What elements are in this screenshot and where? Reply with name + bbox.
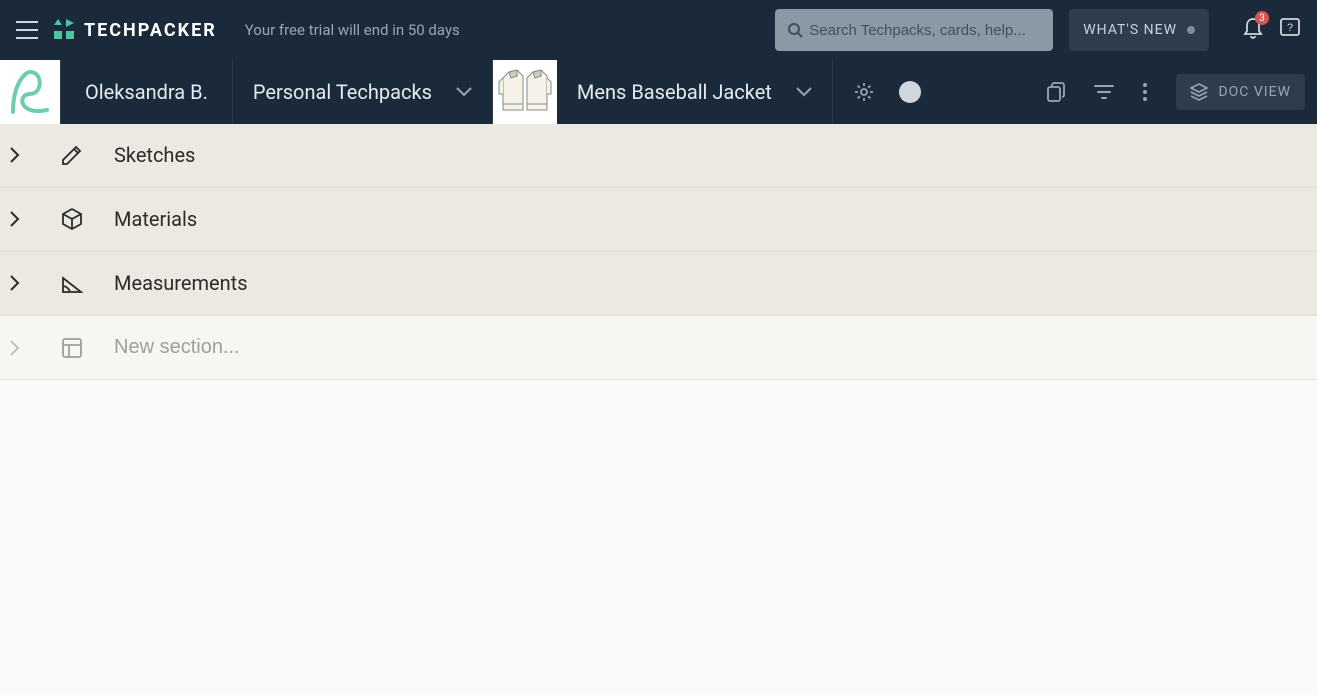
- search-box[interactable]: [775, 9, 1053, 51]
- product-thumbnail[interactable]: [493, 60, 557, 124]
- expand-toggle[interactable]: [10, 147, 30, 163]
- product-name-label: Mens Baseball Jacket: [577, 80, 772, 104]
- more-vertical-icon: [1142, 82, 1148, 102]
- section-row-materials[interactable]: Materials: [0, 188, 1317, 252]
- section-row-measurements[interactable]: Measurements: [0, 252, 1317, 316]
- settings-button[interactable]: [853, 81, 875, 103]
- svg-text:?: ?: [1287, 22, 1293, 34]
- menu-button[interactable]: [16, 21, 38, 39]
- chevron-right-icon: [10, 147, 20, 163]
- search-icon: [787, 22, 803, 38]
- copy-icon: [1046, 81, 1066, 103]
- chevron-right-icon: [10, 340, 20, 356]
- hamburger-icon: [16, 21, 38, 39]
- cube-icon: [60, 207, 84, 231]
- collection-label: Personal Techpacks: [253, 80, 432, 104]
- whats-new-dot-icon: [1187, 26, 1195, 34]
- new-section-row[interactable]: [0, 316, 1317, 380]
- chevron-right-icon: [10, 211, 20, 227]
- materials-icon: [60, 207, 84, 231]
- collection-dropdown[interactable]: Personal Techpacks: [233, 60, 493, 124]
- jacket-icon: [497, 64, 553, 120]
- notifications-button[interactable]: 3: [1243, 17, 1263, 43]
- logo[interactable]: TECHPACKER: [54, 19, 217, 41]
- trial-message: Your free trial will end in 50 days: [245, 21, 460, 39]
- avatar-icon: [5, 64, 55, 120]
- sub-header: Oleksandra B. Personal Techpacks Mens Ba…: [0, 60, 1317, 124]
- chevron-down-icon: [796, 87, 812, 97]
- search-input[interactable]: [809, 22, 1041, 39]
- sketches-icon: [60, 143, 84, 167]
- chevron-right-icon: [10, 275, 20, 291]
- section-title: Sketches: [114, 143, 195, 167]
- doc-view-label: DOC VIEW: [1218, 84, 1291, 100]
- expand-toggle[interactable]: [10, 275, 30, 291]
- brand-name: TECHPACKER: [84, 20, 217, 41]
- right-toolbar: DOC VIEW: [1046, 60, 1317, 124]
- sections-list: Sketches Materials Measurements: [0, 124, 1317, 380]
- whats-new-button[interactable]: WHAT'S NEW: [1069, 9, 1209, 51]
- status-indicator[interactable]: [899, 81, 921, 103]
- whats-new-label: WHAT'S NEW: [1083, 22, 1177, 38]
- section-title: Measurements: [114, 271, 248, 295]
- top-header: TECHPACKER Your free trial will end in 5…: [0, 0, 1317, 60]
- measurements-icon: [60, 271, 84, 295]
- chevron-down-icon: [456, 87, 472, 97]
- notification-badge: 3: [1255, 11, 1269, 25]
- layout-icon: [60, 336, 84, 360]
- new-section-input[interactable]: [114, 336, 414, 359]
- user-name[interactable]: Oleksandra B.: [60, 60, 233, 124]
- workspace-avatar[interactable]: [0, 60, 60, 124]
- doc-view-button[interactable]: DOC VIEW: [1176, 74, 1305, 110]
- section-title: Materials: [114, 207, 197, 231]
- angle-icon: [60, 271, 84, 295]
- section-row-sketches[interactable]: Sketches: [0, 124, 1317, 188]
- copy-button[interactable]: [1046, 81, 1066, 103]
- logo-mark-icon: [54, 19, 76, 41]
- pencil-icon: [60, 143, 84, 167]
- help-icon: ?: [1279, 17, 1301, 39]
- expand-toggle[interactable]: [10, 211, 30, 227]
- filter-icon: [1094, 84, 1114, 100]
- more-button[interactable]: [1142, 82, 1148, 102]
- layers-icon: [1190, 83, 1208, 101]
- help-button[interactable]: ?: [1279, 17, 1301, 43]
- filter-button[interactable]: [1094, 84, 1114, 100]
- product-toolbar: [832, 60, 941, 124]
- product-dropdown[interactable]: Mens Baseball Jacket: [557, 60, 832, 124]
- gear-icon: [853, 81, 875, 103]
- expand-toggle: [10, 340, 30, 356]
- new-section-icon: [60, 336, 84, 360]
